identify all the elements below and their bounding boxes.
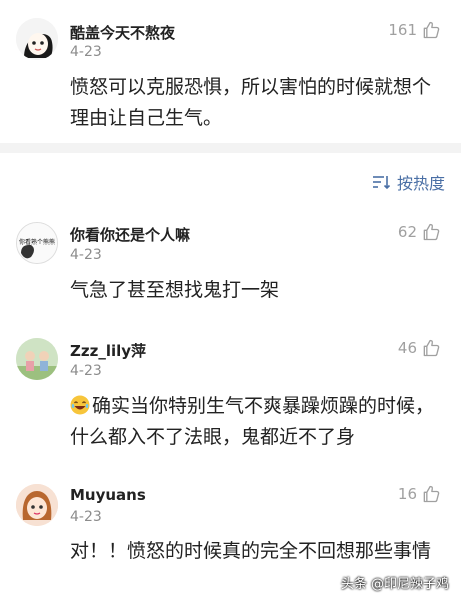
avatar[interactable] (16, 338, 58, 380)
like-count: 62 (397, 223, 417, 241)
list-item: 你看熟个熊熊 你看你还是个人嘛 4-23 62 气急了甚至想找鬼打一架 (0, 208, 461, 316)
avatar-cartoon-girl-icon (16, 484, 58, 526)
comment-text: 确实当你特别生气不爽暴躁烦躁的时候，什么都入不了法眼，鬼都近不了身 (70, 391, 439, 453)
comment-text: 愤怒可以克服恐惧，所以害怕的时候就想个理由让自己生气。 (70, 76, 432, 129)
avatar-text: 你看熟个熊熊 (19, 238, 55, 246)
sort-icon (372, 176, 391, 190)
avatar[interactable] (16, 18, 58, 60)
like-count: 46 (397, 339, 417, 357)
section-divider (0, 143, 461, 153)
like-button[interactable]: 161 (388, 20, 441, 40)
username[interactable]: 你看你还是个人嘛 (70, 224, 190, 245)
username[interactable]: Muyuans (70, 486, 146, 504)
comment-date: 4-23 (70, 247, 102, 263)
top-comment: 酷盖今天不熬夜 4-23 161 愤怒可以克服恐惧，所以害怕的时候就想个理由让自… (0, 0, 461, 143)
sort-label: 按热度 (396, 174, 445, 193)
list-item: Zzz_lily萍 4-23 46 确实当你特别生气不爽暴躁烦躁的时候，什么都入… (0, 326, 461, 466)
like-button[interactable]: 46 (398, 338, 441, 358)
comment-date: 4-23 (70, 44, 102, 60)
thumbs-up-icon (423, 485, 440, 503)
avatar[interactable]: 你看熟个熊熊 (16, 222, 58, 264)
username[interactable]: 酷盖今天不熬夜 (70, 22, 175, 43)
comment-text: 气急了甚至想找鬼打一架 (70, 279, 280, 301)
watermark: 头条 @印尼辣子鸡 (340, 577, 449, 592)
comment-date: 4-23 (70, 363, 102, 379)
avatar-cartoon-icon (16, 18, 58, 60)
laughing-emoji-icon (70, 395, 90, 415)
comment-text-content: 确实当你特别生气不爽暴躁烦躁的时候，什么都入不了法眼，鬼都近不了身 (70, 395, 435, 448)
avatar[interactable] (16, 484, 58, 526)
comment-text: 对！！愤怒的时候真的完全不回想那些事情 (70, 540, 432, 562)
sort-button[interactable]: 按热度 (372, 170, 445, 194)
comment-date: 4-23 (70, 509, 102, 525)
thumbs-up-icon (423, 21, 440, 39)
username[interactable]: Zzz_lily萍 (70, 340, 146, 361)
thumbs-up-icon (423, 339, 440, 357)
like-count: 16 (397, 485, 417, 503)
avatar-photo-icon (16, 338, 58, 380)
like-button[interactable]: 62 (398, 222, 441, 242)
thumbs-up-icon (423, 223, 440, 241)
like-button[interactable]: 16 (398, 484, 441, 504)
avatar-meme-icon: 你看熟个熊熊 (17, 223, 57, 263)
like-count: 161 (388, 21, 417, 39)
